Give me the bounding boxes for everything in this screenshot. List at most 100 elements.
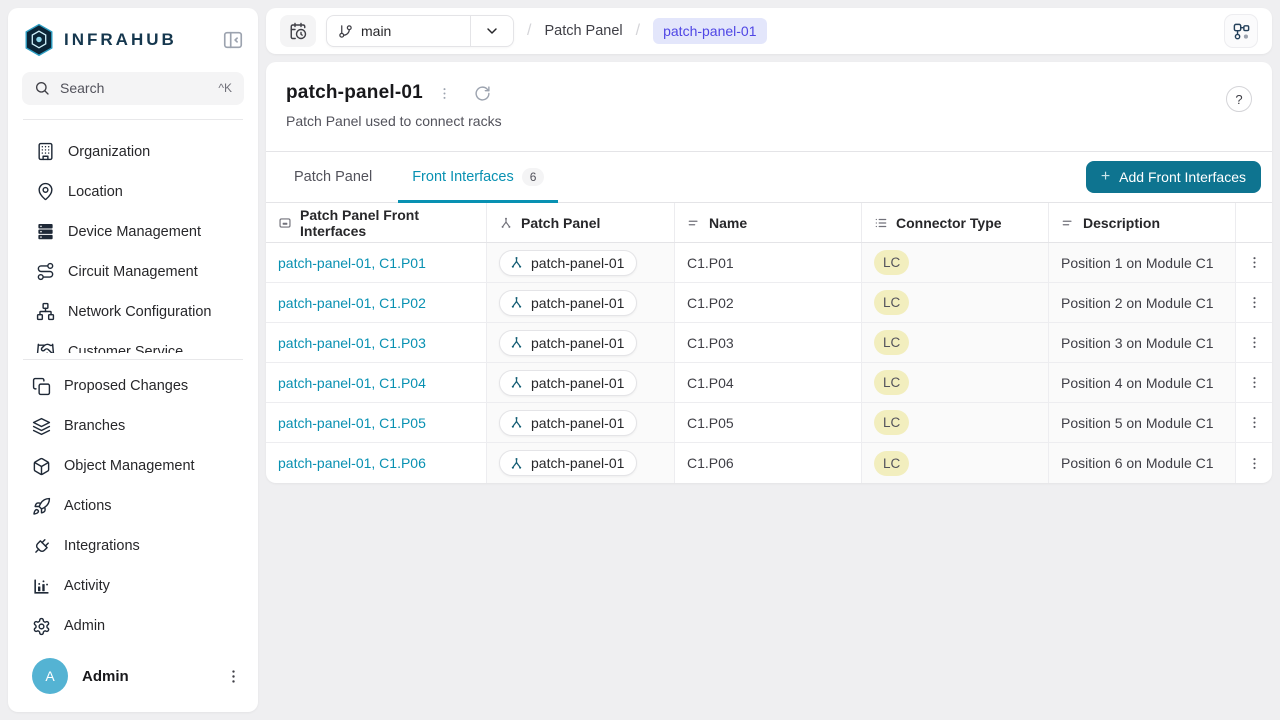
search-shortcut: ^K — [218, 81, 232, 95]
brand[interactable]: INFRAHUB — [24, 23, 177, 57]
topbar: main / Patch Panel / patch-panel-01 — [266, 8, 1272, 54]
patch-panel-chip[interactable]: patch-panel-01 — [499, 290, 637, 316]
search-placeholder: Search — [60, 80, 104, 96]
user-kebab-menu-icon[interactable] — [225, 668, 242, 685]
column-header-name: Name — [675, 203, 862, 242]
building-icon — [36, 142, 55, 161]
patch-panel-chip[interactable]: patch-panel-01 — [499, 410, 637, 436]
sidebar-item-actions[interactable]: Actions — [8, 486, 258, 526]
handshake-icon — [36, 342, 55, 353]
sidebar-collapse-icon[interactable] — [222, 29, 244, 51]
name-cell: C1.P04 — [675, 363, 862, 402]
connector-type-cell: LC — [862, 363, 1049, 402]
description-cell: Position 5 on Module C1 — [1049, 403, 1236, 442]
relationship-icon — [499, 216, 513, 230]
sidebar-item-admin[interactable]: Admin — [8, 606, 258, 646]
relationship-icon — [509, 255, 524, 270]
tab-front-interfaces[interactable]: Front Interfaces 6 — [402, 152, 554, 202]
patch-panel-chip[interactable]: patch-panel-01 — [499, 450, 637, 476]
column-header-front-interfaces: Patch Panel Front Interfaces — [266, 203, 487, 242]
column-header-patch-panel: Patch Panel — [487, 203, 675, 242]
search-input[interactable]: Search ^K — [22, 72, 244, 105]
patch-panel-chip[interactable]: patch-panel-01 — [499, 250, 637, 276]
relationship-icon — [509, 375, 524, 390]
plug-icon — [32, 537, 51, 556]
sidebar-item-customer-service[interactable]: Customer Service — [8, 332, 258, 353]
calendar-clock-icon — [289, 22, 307, 40]
kebab-menu-icon[interactable] — [1247, 335, 1262, 350]
table-row: patch-panel-01, C1.P05 patch-panel-01 C1… — [266, 403, 1272, 443]
sidebar-item-proposed-changes[interactable]: Proposed Changes — [8, 366, 258, 406]
column-header-connector-type: Connector Type — [862, 203, 1049, 242]
relationship-icon — [509, 335, 524, 350]
description-cell: Position 4 on Module C1 — [1049, 363, 1236, 402]
description-cell: Position 6 on Module C1 — [1049, 443, 1236, 483]
branch-selector[interactable]: main — [326, 15, 514, 47]
patch-panel-chip[interactable]: patch-panel-01 — [499, 370, 637, 396]
help-button[interactable]: ? — [1226, 86, 1252, 112]
time-travel-button[interactable] — [280, 15, 316, 47]
name-cell: C1.P02 — [675, 283, 862, 322]
kebab-menu-icon[interactable] — [1247, 295, 1262, 310]
relationship-icon — [509, 295, 524, 310]
text-lines-icon — [687, 216, 701, 230]
tab-count-badge: 6 — [522, 168, 545, 186]
plus-icon: + — [1101, 169, 1110, 185]
front-interface-link[interactable]: patch-panel-01, C1.P01 — [266, 243, 487, 282]
sidebar-item-circuit-management[interactable]: Circuit Management — [8, 252, 258, 292]
gear-icon — [32, 617, 51, 636]
sidebar-item-network-configuration[interactable]: Network Configuration — [8, 292, 258, 332]
breadcrumb-patch-panel[interactable]: Patch Panel — [544, 23, 622, 39]
kebab-menu-icon[interactable] — [1247, 415, 1262, 430]
object-description: Patch Panel used to connect racks — [286, 113, 502, 129]
sidebar-item-activity[interactable]: Activity — [8, 566, 258, 606]
sidebar-item-branches[interactable]: Branches — [8, 406, 258, 446]
tab-bar: Patch Panel Front Interfaces 6 + Add Fro… — [266, 151, 1272, 203]
sidebar-nav-secondary: Proposed Changes Branches Object Managem… — [8, 366, 258, 646]
kebab-menu-icon[interactable] — [1247, 375, 1262, 390]
front-interface-link[interactable]: patch-panel-01, C1.P05 — [266, 403, 487, 442]
map-pin-icon — [36, 182, 55, 201]
front-interfaces-table: Patch Panel Front Interfaces Patch Panel… — [266, 203, 1272, 483]
front-interface-link[interactable]: patch-panel-01, C1.P02 — [266, 283, 487, 322]
patch-panel-cell: patch-panel-01 — [487, 403, 675, 442]
connector-type-cell: LC — [862, 243, 1049, 282]
kebab-menu-icon[interactable] — [1247, 456, 1262, 471]
column-header-actions — [1236, 203, 1272, 242]
user-name: Admin — [82, 668, 129, 685]
breadcrumb-current-chip[interactable]: patch-panel-01 — [653, 18, 766, 44]
refresh-icon[interactable] — [474, 85, 491, 102]
kebab-menu-icon[interactable] — [1247, 255, 1262, 270]
object-kebab-menu-icon[interactable] — [437, 86, 452, 101]
front-interface-link[interactable]: patch-panel-01, C1.P04 — [266, 363, 487, 402]
tab-patch-panel[interactable]: Patch Panel — [284, 152, 382, 202]
description-cell: Position 3 on Module C1 — [1049, 323, 1236, 362]
table-header-row: Patch Panel Front Interfaces Patch Panel… — [266, 203, 1272, 243]
panel-card-icon — [278, 216, 292, 230]
table-row: patch-panel-01, C1.P01 patch-panel-01 C1… — [266, 243, 1272, 283]
brand-name: INFRAHUB — [64, 30, 177, 50]
connector-type-badge: LC — [874, 410, 909, 435]
user-menu[interactable]: A Admin — [8, 646, 258, 712]
name-cell: C1.P05 — [675, 403, 862, 442]
schema-visualizer-button[interactable] — [1224, 14, 1258, 48]
front-interface-link[interactable]: patch-panel-01, C1.P03 — [266, 323, 487, 362]
front-interface-link[interactable]: patch-panel-01, C1.P06 — [266, 443, 487, 483]
diff-icon — [32, 377, 51, 396]
sidebar-item-object-management[interactable]: Object Management — [8, 446, 258, 486]
sidebar-item-integrations[interactable]: Integrations — [8, 526, 258, 566]
patch-panel-chip[interactable]: patch-panel-01 — [499, 330, 637, 356]
divider — [23, 359, 243, 360]
row-actions-cell — [1236, 363, 1272, 402]
avatar: A — [32, 658, 68, 694]
sidebar-item-device-management[interactable]: Device Management — [8, 212, 258, 252]
box-icon — [32, 457, 51, 476]
add-front-interfaces-button[interactable]: + Add Front Interfaces — [1086, 161, 1261, 193]
sidebar-item-organization[interactable]: Organization — [8, 132, 258, 172]
schema-icon — [1232, 22, 1251, 41]
branch-dropdown-toggle[interactable] — [470, 16, 513, 46]
layers-icon — [32, 417, 51, 436]
row-actions-cell — [1236, 283, 1272, 322]
sidebar-item-location[interactable]: Location — [8, 172, 258, 212]
patch-panel-cell: patch-panel-01 — [487, 283, 675, 322]
